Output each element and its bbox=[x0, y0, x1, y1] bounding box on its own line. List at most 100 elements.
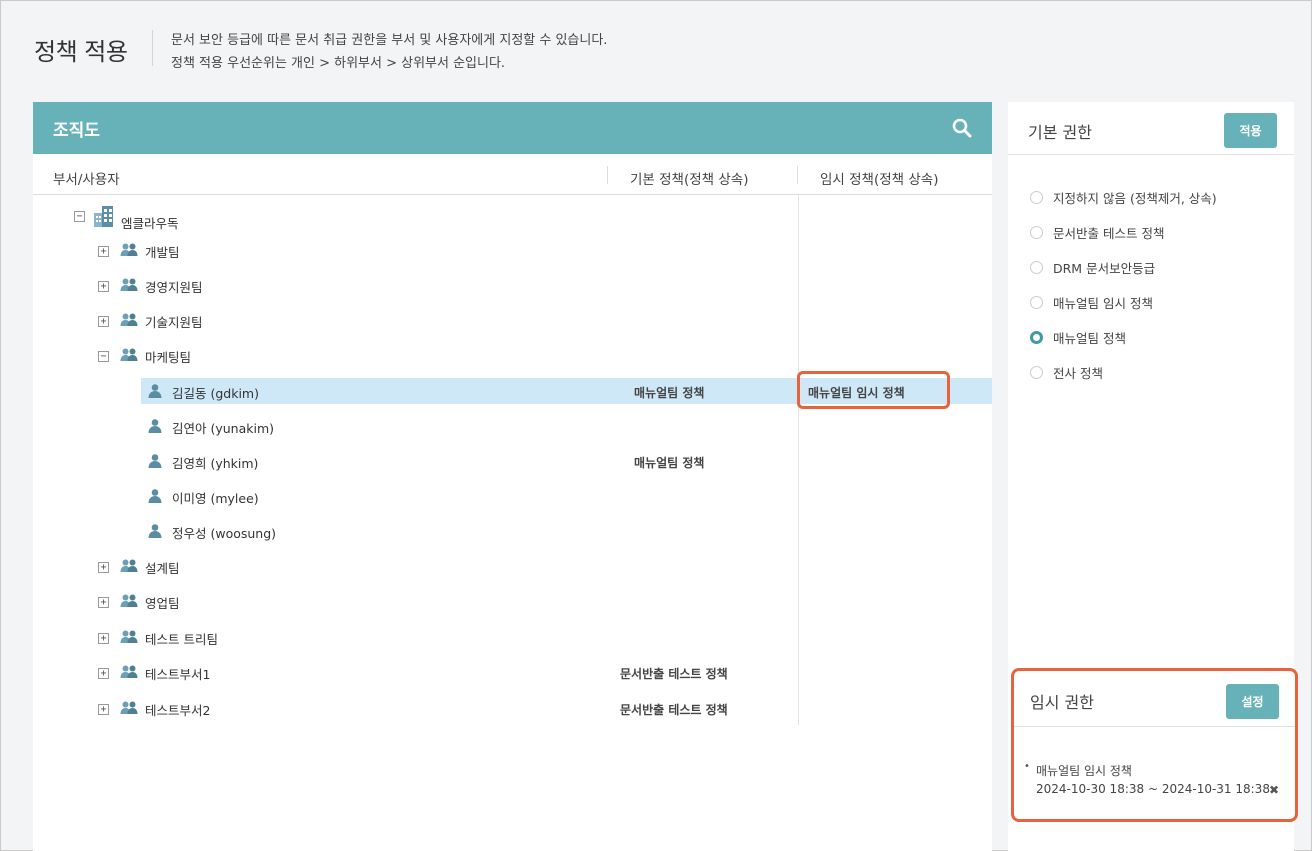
page-description-line1: 문서 보안 등급에 따른 문서 취급 권한을 부서 및 사용자에게 지정할 수 … bbox=[171, 33, 608, 48]
tree-node-label: 경영지원팀 bbox=[145, 280, 203, 295]
expand-toggle[interactable]: + bbox=[98, 633, 109, 644]
policy-option[interactable]: 전사 정책 bbox=[1030, 363, 1103, 382]
policy-option-label: DRM 문서보안등급 bbox=[1053, 261, 1156, 276]
tree-dept-row[interactable]: + 테스트부서2 문서반출 테스트 정책 bbox=[33, 696, 992, 731]
dept-group-icon bbox=[120, 277, 138, 297]
expand-toggle[interactable]: + bbox=[98, 704, 109, 715]
policy-option[interactable]: 문서반출 테스트 정책 bbox=[1030, 223, 1164, 242]
tree-node-label: 이미영 (mylee) bbox=[172, 491, 259, 506]
tree-user-row[interactable]: 김연아 (yunakim) bbox=[33, 413, 992, 448]
radio-unchecked[interactable] bbox=[1030, 191, 1043, 204]
tree-dept-row[interactable]: + 테스트 트리팀 bbox=[33, 625, 992, 660]
tree-node-label: 김길동 (gdkim) bbox=[172, 386, 259, 401]
page-title: 정책 적용 bbox=[34, 38, 128, 66]
tree-root-label: 엠클라우독 bbox=[121, 216, 179, 231]
tree-node-label: 기술지원팀 bbox=[145, 315, 203, 330]
org-chart-title: 조직도 bbox=[53, 120, 100, 141]
basic-permission-header: 기본 권한 적용 bbox=[1008, 102, 1294, 155]
column-temp-policy: 임시 정책(정책 상속) bbox=[820, 172, 939, 188]
tree-node-label: 개발팀 bbox=[145, 245, 180, 260]
policy-option[interactable]: DRM 문서보안등급 bbox=[1030, 258, 1155, 277]
tree-dept-row[interactable]: + 설계팀 bbox=[33, 554, 992, 589]
expand-toggle[interactable]: + bbox=[98, 281, 109, 292]
policy-option-label: 매뉴얼팀 정책 bbox=[1053, 331, 1126, 346]
title-divider bbox=[152, 30, 153, 66]
default-policy-value: 문서반출 테스트 정책 bbox=[620, 667, 728, 681]
org-chart-panel: 조직도 부서/사용자 기본 정책(정책 상속) 임시 정책(정책 상속) − 엠… bbox=[33, 102, 992, 851]
default-policy-value: 문서반출 테스트 정책 bbox=[620, 703, 728, 717]
temp-policy-period: 2024-10-30 18:38 ~ 2024-10-31 18:38 bbox=[1036, 782, 1270, 796]
radio-unchecked[interactable] bbox=[1030, 261, 1043, 274]
search-icon[interactable] bbox=[950, 116, 974, 140]
close-icon[interactable]: ✖ bbox=[1269, 783, 1279, 797]
expand-toggle[interactable]: + bbox=[98, 562, 109, 573]
tree-node-label: 설계팀 bbox=[145, 561, 180, 576]
temp-policy-name: 매뉴얼팀 임시 정책 bbox=[1036, 764, 1132, 778]
dept-group-icon bbox=[120, 664, 138, 684]
expand-toggle[interactable]: + bbox=[98, 597, 109, 608]
column-default-policy: 기본 정책(정책 상속) bbox=[630, 172, 749, 188]
tree-user-row[interactable]: 이미영 (mylee) bbox=[33, 483, 992, 518]
user-icon bbox=[147, 383, 163, 403]
default-policy-value: 매뉴얼팀 정책 bbox=[634, 386, 705, 400]
column-dept-user: 부서/사용자 bbox=[53, 172, 120, 188]
tree-user-row[interactable]: 정우성 (woosung) bbox=[33, 518, 992, 553]
radio-unchecked[interactable] bbox=[1030, 366, 1043, 379]
temp-permission-panel: 임시 권한 설정 • 매뉴얼팀 임시 정책 2024-10-30 18:38 ~… bbox=[1011, 668, 1298, 822]
bullet-icon: • bbox=[1024, 761, 1030, 772]
apply-button[interactable]: 적용 bbox=[1224, 113, 1277, 148]
dept-group-icon bbox=[120, 347, 138, 367]
user-icon bbox=[147, 418, 163, 438]
user-icon bbox=[147, 453, 163, 473]
column-divider bbox=[797, 166, 798, 184]
radio-unchecked[interactable] bbox=[1030, 296, 1043, 309]
radio-unchecked[interactable] bbox=[1030, 226, 1043, 239]
expand-toggle[interactable]: + bbox=[98, 668, 109, 679]
tree-node-label: 테스트부서2 bbox=[145, 703, 211, 718]
policy-option[interactable]: 매뉴얼팀 임시 정책 bbox=[1030, 293, 1153, 312]
policy-option-label: 매뉴얼팀 임시 정책 bbox=[1053, 296, 1153, 311]
collapse-root-toggle[interactable]: − bbox=[74, 211, 85, 222]
tree-dept-row[interactable]: + 기술지원팀 bbox=[33, 308, 992, 343]
tree-node-label: 마케팅팀 bbox=[145, 350, 192, 365]
dept-group-icon bbox=[120, 629, 138, 649]
temp-permission-title: 임시 권한 bbox=[1030, 693, 1094, 712]
temp-permission-header: 임시 권한 설정 bbox=[1014, 671, 1295, 727]
tree-user-row[interactable]: 김길동 (gdkim) 매뉴얼팀 정책 매뉴얼팀 임시 정책 bbox=[33, 371, 992, 413]
collapse-toggle[interactable]: − bbox=[98, 351, 109, 362]
user-icon bbox=[147, 488, 163, 508]
basic-permission-title: 기본 권한 bbox=[1028, 123, 1092, 142]
dept-group-icon bbox=[120, 558, 138, 578]
default-policy-value: 매뉴얼팀 정책 bbox=[634, 456, 705, 470]
tree-column-header: 부서/사용자 기본 정책(정책 상속) 임시 정책(정책 상속) bbox=[33, 154, 992, 195]
policy-option-label: 전사 정책 bbox=[1053, 366, 1103, 381]
column-divider bbox=[607, 166, 608, 184]
tree-dept-row[interactable]: + 경영지원팀 bbox=[33, 273, 992, 308]
dept-group-icon bbox=[120, 242, 138, 262]
tree-root-row[interactable]: − 엠클라우독 bbox=[33, 203, 992, 238]
tree-node-label: 테스트 트리팀 bbox=[145, 632, 218, 647]
policy-option-label: 지정하지 않음 (정책제거, 상속) bbox=[1053, 191, 1217, 206]
page-description-line2: 정책 적용 우선순위는 개인 > 하위부서 > 상위부서 순입니다. bbox=[171, 56, 506, 71]
tree-user-row[interactable]: 김영희 (yhkim) 매뉴얼팀 정책 bbox=[33, 448, 992, 483]
tree-dept-row[interactable]: + 영업팀 bbox=[33, 589, 992, 624]
tree-node-label: 영업팀 bbox=[145, 596, 180, 611]
org-tree: − 엠클라우독 + 개발팀 + 경영지원팀 + 기술지원팀 − 마케팅팀김길동 (gdkim)… bbox=[33, 195, 992, 725]
radio-checked[interactable] bbox=[1030, 331, 1043, 344]
policy-option-label: 문서반출 테스트 정책 bbox=[1053, 226, 1165, 241]
tree-dept-row[interactable]: + 테스트부서1 문서반출 테스트 정책 bbox=[33, 660, 992, 695]
policy-option[interactable]: 지정하지 않음 (정책제거, 상속) bbox=[1030, 188, 1217, 207]
dept-group-icon bbox=[120, 312, 138, 332]
tree-node-label: 김연아 (yunakim) bbox=[172, 421, 275, 436]
expand-toggle[interactable]: + bbox=[98, 316, 109, 327]
tree-dept-row[interactable]: + 개발팀 bbox=[33, 238, 992, 273]
policy-option[interactable]: 매뉴얼팀 정책 bbox=[1030, 328, 1126, 347]
tree-node-label: 김영희 (yhkim) bbox=[172, 456, 259, 471]
tree-node-label: 정우성 (woosung) bbox=[172, 526, 277, 541]
user-icon bbox=[147, 523, 163, 543]
dept-group-icon bbox=[120, 700, 138, 720]
expand-toggle[interactable]: + bbox=[98, 246, 109, 257]
tree-node-label: 테스트부서1 bbox=[145, 667, 211, 682]
set-button[interactable]: 설정 bbox=[1226, 684, 1279, 719]
temp-policy-callout bbox=[797, 371, 950, 409]
